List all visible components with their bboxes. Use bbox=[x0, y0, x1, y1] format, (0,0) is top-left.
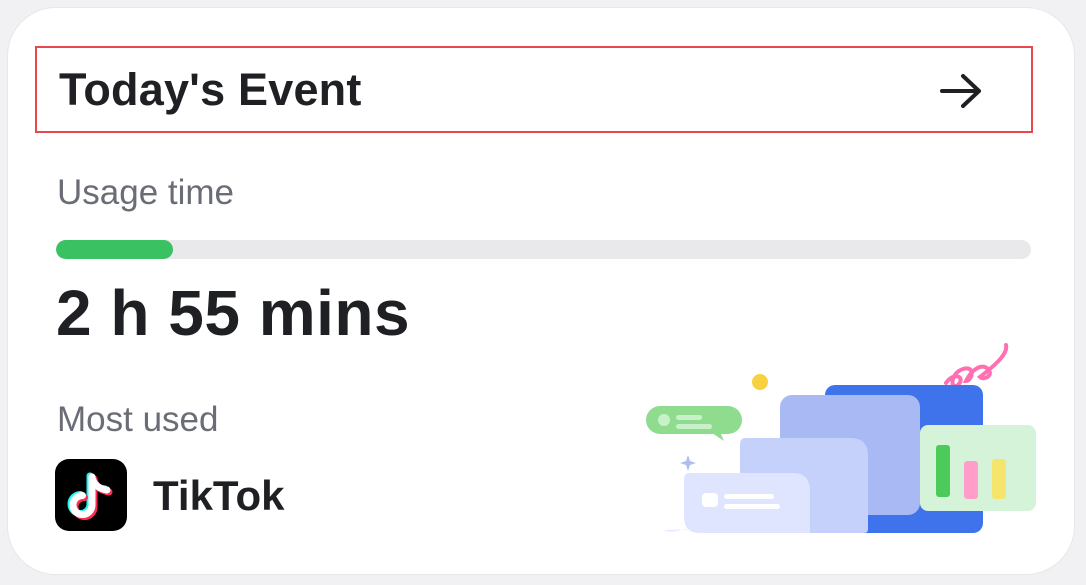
card-title: Today's Event bbox=[59, 64, 362, 115]
usage-time-value: 2 h 55 mins bbox=[56, 277, 411, 349]
card-header[interactable]: Today's Event bbox=[35, 46, 1033, 133]
arrow-right-icon[interactable] bbox=[939, 73, 983, 109]
usage-progress-bar bbox=[56, 240, 1031, 259]
usage-time-label: Usage time bbox=[57, 173, 235, 212]
most-used-label: Most used bbox=[57, 400, 219, 439]
usage-progress-fill bbox=[56, 240, 173, 259]
usage-illustration bbox=[646, 343, 1036, 533]
todays-event-card[interactable]: Today's Event Usage time 2 h 55 mins Mos… bbox=[8, 8, 1074, 574]
most-used-app-name: TikTok bbox=[153, 472, 285, 519]
tiktok-icon bbox=[55, 459, 127, 531]
